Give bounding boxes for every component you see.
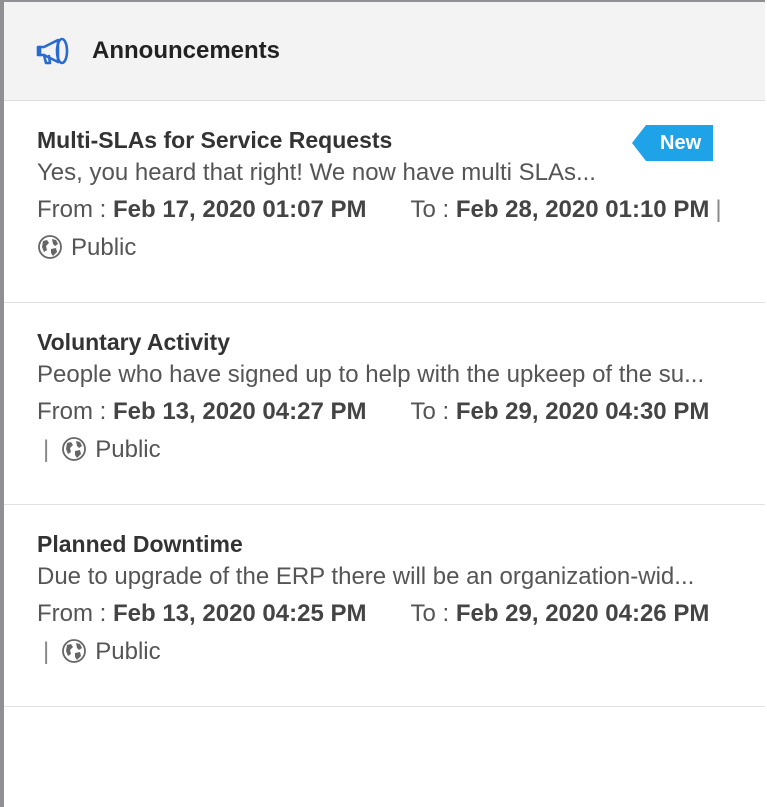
from-date: Feb 17, 2020 01:07 PM (113, 196, 367, 223)
announcement-description: People who have signed up to help with t… (37, 361, 705, 388)
globe-icon (61, 436, 87, 474)
announcement-description: Due to upgrade of the ERP there will be … (37, 563, 695, 590)
announcement-meta: From : Feb 17, 2020 01:07 PM To : Feb 28,… (37, 191, 755, 272)
from-date: Feb 13, 2020 04:25 PM (113, 600, 367, 627)
announcement-item[interactable]: Voluntary Activity People who have signe… (4, 303, 765, 505)
to-date: Feb 28, 2020 01:10 PM (455, 196, 710, 223)
announcement-item[interactable]: Planned Downtime Due to upgrade of the E… (4, 505, 765, 707)
panel-header: Announcements (4, 2, 765, 101)
meta-separator: | (43, 638, 50, 665)
to-label: To : (410, 196, 450, 223)
megaphone-icon (34, 35, 74, 67)
panel-title: Announcements (92, 37, 281, 64)
announcement-meta: From : Feb 13, 2020 04:25 PM To : Feb 29,… (37, 595, 755, 676)
announcement-title[interactable]: Planned Downtime (37, 529, 765, 559)
visibility-label: Public (95, 436, 161, 463)
announcement-title[interactable]: Voluntary Activity (37, 327, 765, 357)
to-date: Feb 29, 2020 04:26 PM (455, 600, 710, 627)
from-date: Feb 13, 2020 04:27 PM (113, 398, 367, 425)
announcement-item[interactable]: Multi-SLAs for Service Requests New Yes,… (4, 101, 765, 303)
visibility-label: Public (95, 638, 161, 665)
globe-icon (37, 234, 63, 272)
from-label: From : (37, 398, 107, 425)
from-label: From : (37, 600, 107, 627)
to-date: Feb 29, 2020 04:30 PM (455, 398, 710, 425)
announcements-panel: Announcements Multi-SLAs for Service Req… (0, 0, 765, 807)
new-badge: New (631, 125, 714, 161)
announcement-meta: From : Feb 13, 2020 04:27 PM To : Feb 29,… (37, 393, 755, 474)
to-label: To : (410, 600, 450, 627)
meta-separator: | (43, 436, 50, 463)
visibility-label: Public (71, 234, 137, 261)
globe-icon (61, 638, 87, 676)
meta-separator: | (715, 196, 722, 223)
from-label: From : (37, 196, 107, 223)
to-label: To : (410, 398, 450, 425)
